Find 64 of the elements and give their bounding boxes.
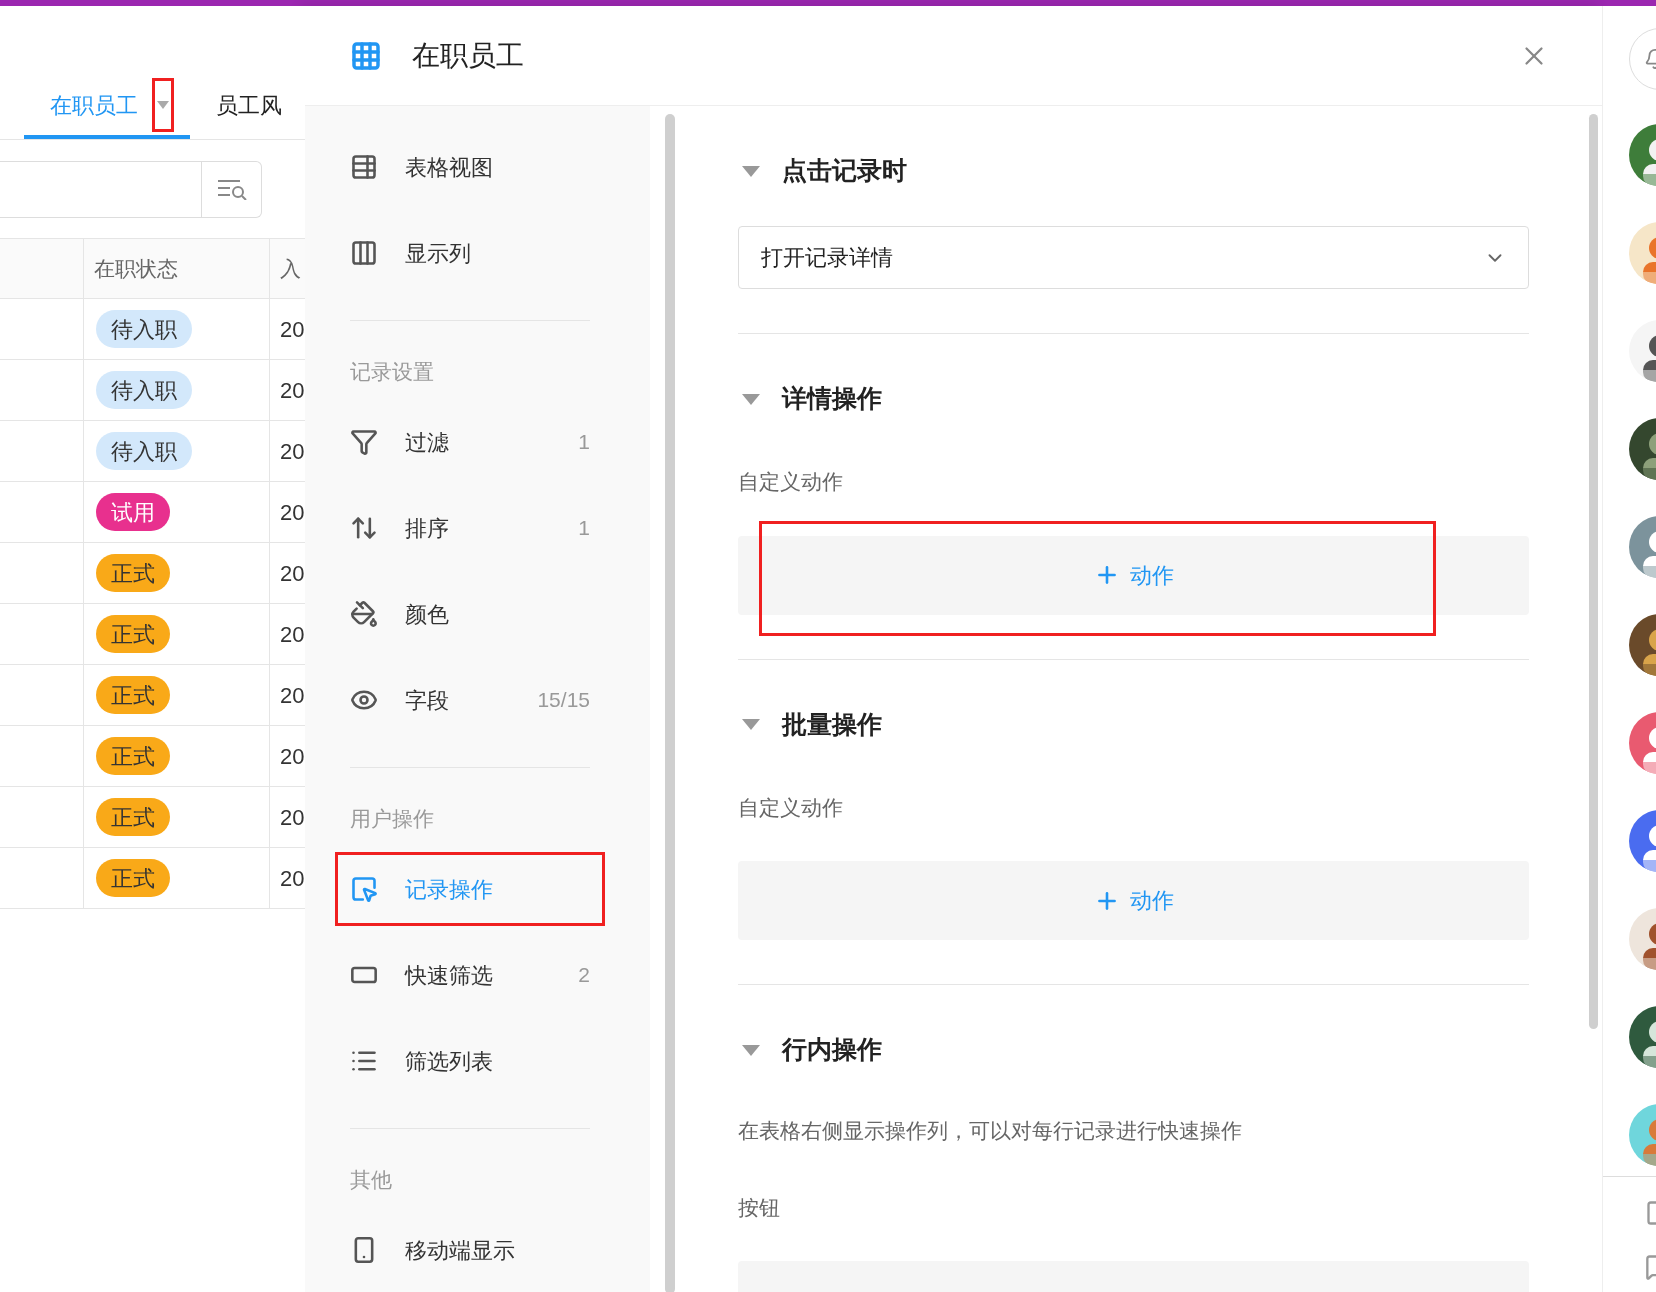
table-cell-text: 20 bbox=[280, 376, 305, 405]
status-tag: 正式 bbox=[96, 859, 170, 897]
status-tag: 待入职 bbox=[96, 432, 192, 470]
table-cell-text: 20 bbox=[280, 620, 305, 649]
group-heading: 其他 bbox=[350, 1167, 393, 1194]
count-label: 15/15 bbox=[537, 687, 590, 714]
table-cell-text: 20 bbox=[280, 803, 305, 832]
status-tag: 正式 bbox=[96, 737, 170, 775]
table-cell-text: 20 bbox=[280, 315, 305, 344]
search-list-icon[interactable] bbox=[215, 178, 248, 200]
collapse-triangle-icon[interactable] bbox=[742, 393, 760, 405]
nav-item[interactable]: 颜色 bbox=[350, 577, 590, 651]
table-cell-text: 20 bbox=[280, 681, 305, 710]
status-tag: 试用 bbox=[96, 493, 170, 531]
select-field[interactable]: 打开记录详情 bbox=[738, 226, 1529, 289]
nav-item[interactable]: 排序 1 bbox=[350, 491, 590, 565]
nav-item[interactable]: 快速筛选 2 bbox=[350, 938, 590, 1012]
count-label: 2 bbox=[578, 962, 590, 989]
status-tag: 正式 bbox=[96, 798, 170, 836]
status-tag: 待入职 bbox=[96, 371, 192, 409]
status-tag: 正式 bbox=[96, 615, 170, 653]
collapse-triangle-icon[interactable] bbox=[742, 165, 760, 177]
table-cell-text: 20 bbox=[280, 498, 305, 527]
nav-item[interactable]: 显示列 bbox=[350, 216, 590, 290]
table-cell-text: 20 bbox=[280, 437, 305, 466]
section-title: 详情操作 bbox=[782, 383, 882, 415]
search-field[interactable] bbox=[0, 160, 262, 218]
table-cell-text: 20 bbox=[280, 559, 305, 588]
collapse-triangle-icon[interactable] bbox=[742, 719, 760, 730]
nav-item[interactable]: 筛选列表 bbox=[350, 1024, 590, 1098]
sort-arrows-icon bbox=[350, 514, 378, 542]
section-title: 点击记录时 bbox=[782, 155, 907, 187]
field-label: 按钮 bbox=[738, 1194, 781, 1221]
nav-item[interactable]: 字段 15/15 bbox=[350, 663, 590, 737]
count-label: 1 bbox=[578, 429, 590, 456]
nav-item[interactable]: 移动端显示 bbox=[350, 1213, 590, 1287]
nav-item[interactable]: 表格视图 bbox=[350, 130, 590, 204]
section-title: 批量操作 bbox=[782, 708, 882, 740]
section-title: 行内操作 bbox=[782, 1034, 882, 1066]
drawer-title: 在职员工 bbox=[412, 38, 524, 73]
status-tag: 正式 bbox=[96, 554, 170, 592]
tab[interactable]: 员工风 bbox=[190, 75, 282, 139]
nav-item[interactable]: 过滤 1 bbox=[350, 405, 590, 479]
column-header[interactable]: 在职状态 bbox=[94, 252, 178, 285]
collapse-triangle-icon[interactable] bbox=[742, 1044, 760, 1056]
columns-icon bbox=[350, 239, 378, 267]
grid-icon bbox=[350, 39, 382, 72]
field-label: 自定义动作 bbox=[738, 469, 844, 495]
scrollbar[interactable] bbox=[1588, 114, 1598, 1029]
funnel-icon bbox=[350, 428, 378, 456]
table-cell-text: 20 bbox=[280, 742, 305, 771]
status-tag: 待入职 bbox=[96, 310, 192, 348]
column-header[interactable]: 入 bbox=[280, 252, 301, 285]
scrollbar[interactable] bbox=[665, 114, 675, 1292]
count-label: 1 bbox=[578, 515, 590, 542]
group-heading: 记录设置 bbox=[350, 359, 435, 386]
group-heading: 用户操作 bbox=[350, 806, 435, 833]
cursor-card-icon bbox=[350, 875, 378, 903]
description-text: 在表格右侧显示操作列，可以对每行记录进行快速操作 bbox=[738, 1118, 1243, 1144]
paint-bucket-icon bbox=[350, 600, 378, 628]
status-tag: 正式 bbox=[96, 676, 170, 714]
field-label: 自定义动作 bbox=[738, 794, 844, 821]
table-cell-text: 20 bbox=[280, 864, 305, 893]
dropdown-caret-icon[interactable] bbox=[152, 78, 174, 132]
